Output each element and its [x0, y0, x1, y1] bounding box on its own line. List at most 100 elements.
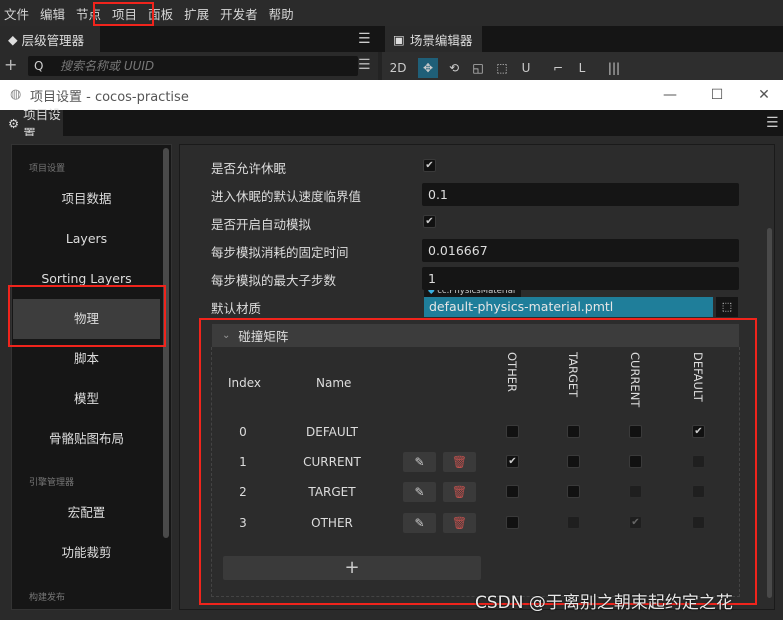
matrix-column-header: DEFAULT	[691, 352, 705, 402]
group-name: DEFAULT	[306, 425, 358, 439]
sidebar-item[interactable]: 骨骼贴图布局	[13, 419, 160, 459]
sidebar-group-label: 构建发布	[29, 593, 66, 603]
tab-hierarchy[interactable]: ◆ 层级管理器	[0, 26, 100, 52]
add-group-button[interactable]: +	[223, 556, 481, 580]
asset-picker-icon[interactable]: ⬚	[716, 297, 738, 317]
index-header: Index	[228, 376, 262, 390]
setting-input[interactable]: 1	[422, 267, 739, 290]
menu-item[interactable]: 节点	[76, 4, 101, 23]
collision-checkbox[interactable]: ✔	[692, 425, 705, 438]
panel-menu-icon[interactable]: ☰	[358, 31, 371, 47]
cocos-logo-icon: ◍	[10, 87, 22, 102]
menu-item[interactable]: 面板	[148, 4, 173, 23]
collision-checkbox	[692, 516, 705, 529]
collision-checkbox	[567, 516, 580, 529]
group-index: 1	[239, 455, 247, 469]
collision-checkbox[interactable]	[567, 485, 580, 498]
collision-checkbox: ✔	[629, 516, 642, 529]
setting-checkbox[interactable]: ✔	[423, 159, 436, 172]
close-button[interactable]: ✕	[749, 80, 779, 110]
collision-checkbox	[692, 485, 705, 498]
chevron-down-icon: ⌄	[222, 330, 231, 341]
scene-tool-button[interactable]: ◱	[468, 58, 488, 78]
sidebar-item[interactable]: Sorting Layers	[13, 259, 160, 299]
collision-matrix-header[interactable]: ⌄ 碰撞矩阵	[212, 324, 739, 347]
collision-checkbox	[692, 455, 705, 468]
scene-tool-button[interactable]: L	[572, 58, 592, 78]
trash-icon[interactable]: 🗑	[443, 513, 476, 533]
material-asset-field[interactable]: default-physics-material.pmtl	[424, 297, 713, 317]
maximize-button[interactable]: ☐	[702, 80, 732, 110]
menu-item[interactable]: 开发者	[220, 4, 258, 23]
setting-label: 每步模拟的最大子步数	[211, 273, 337, 288]
sidebar-item[interactable]: 物理	[13, 299, 160, 339]
sidebar-item[interactable]: 脚本	[13, 339, 160, 379]
search-input[interactable]: Q 搜索名称或 UUID	[28, 56, 358, 76]
minimize-button[interactable]: —	[655, 80, 685, 110]
trash-icon[interactable]: 🗑	[443, 482, 476, 502]
collision-checkbox[interactable]	[629, 455, 642, 468]
setting-input[interactable]: 0.1	[422, 183, 739, 206]
scene-tool-button[interactable]: U	[516, 58, 536, 78]
layers-icon: ◆	[8, 31, 18, 47]
menu-item[interactable]: 编辑	[40, 4, 65, 23]
matrix-column-header: OTHER	[505, 352, 519, 392]
sidebar-item[interactable]: 功能裁剪	[13, 533, 160, 573]
main-scrollbar[interactable]	[767, 228, 772, 598]
dialog-menu-icon[interactable]: ☰	[766, 115, 779, 131]
name-header: Name	[316, 376, 352, 390]
collision-checkbox[interactable]	[506, 485, 519, 498]
scene-tool-button[interactable]: 2D	[388, 58, 408, 78]
scene-tool-button[interactable]: |||	[604, 58, 624, 78]
matrix-column-header: CURRENT	[628, 352, 642, 408]
trash-icon[interactable]: 🗑	[443, 452, 476, 472]
matrix-column-header: TARGET	[566, 352, 580, 398]
scene-tool-button[interactable]: ⌐	[548, 58, 568, 78]
setting-label: 进入休眠的默认速度临界值	[211, 189, 362, 204]
menu-item[interactable]: 帮助	[269, 4, 294, 23]
sidebar-item[interactable]: 项目数据	[13, 179, 160, 219]
sidebar-item[interactable]: 宏配置	[13, 493, 160, 533]
collision-checkbox[interactable]	[506, 425, 519, 438]
sidebar-group-label: 引擎管理器	[29, 478, 75, 488]
sidebar-item[interactable]: Layers	[13, 219, 160, 259]
setting-label: 每步模拟消耗的固定时间	[211, 245, 349, 260]
gear-icon: ⚙	[8, 115, 20, 131]
collision-checkbox[interactable]	[506, 516, 519, 529]
scene-icon: ▣	[393, 31, 405, 47]
tab-project-settings[interactable]: ⚙ 项目设置	[0, 107, 63, 141]
tab-scene-editor[interactable]: ▣ 场景编辑器	[385, 26, 482, 52]
group-index: 0	[239, 425, 247, 439]
group-name: OTHER	[311, 516, 353, 530]
setting-label: 是否允许休眠	[211, 161, 287, 176]
menu-item[interactable]: 文件	[4, 4, 29, 23]
group-index: 3	[239, 516, 247, 530]
edit-icon[interactable]: ✎	[403, 513, 436, 533]
panel-tab-row: ◆ 层级管理器 ☰ ▣ 场景编辑器	[0, 26, 783, 52]
watermark: CSDN @于离别之朝束起约定之花	[475, 593, 733, 613]
collision-checkbox[interactable]	[567, 455, 580, 468]
setting-input[interactable]: 0.016667	[422, 239, 739, 262]
menu-item[interactable]: 项目	[112, 4, 137, 23]
sidebar-item[interactable]: 模型	[13, 379, 160, 419]
material-label: 默认材质	[211, 301, 262, 316]
setting-label: 是否开启自动模拟	[211, 217, 312, 232]
scene-tool-button[interactable]: ✥	[418, 58, 438, 78]
collision-checkbox[interactable]	[567, 425, 580, 438]
collision-checkbox[interactable]	[629, 425, 642, 438]
edit-icon[interactable]: ✎	[403, 482, 436, 502]
edit-icon[interactable]: ✎	[403, 452, 436, 472]
group-name: TARGET	[308, 485, 356, 499]
scene-tool-button[interactable]: ⟲	[444, 58, 464, 78]
list-icon[interactable]: ☰	[358, 57, 371, 73]
sidebar-scrollbar[interactable]	[163, 148, 169, 538]
scene-tool-button[interactable]: ⬚	[492, 58, 512, 78]
add-icon[interactable]: +	[4, 55, 17, 74]
collision-checkbox[interactable]: ✔	[506, 455, 519, 468]
search-icon: Q	[34, 59, 44, 73]
group-index: 2	[239, 485, 247, 499]
collision-checkbox	[629, 485, 642, 498]
setting-checkbox[interactable]: ✔	[423, 215, 436, 228]
menu-bar: 文件 编辑 节点 项目 面板 扩展 开发者 帮助	[0, 0, 783, 26]
menu-item[interactable]: 扩展	[184, 4, 209, 23]
